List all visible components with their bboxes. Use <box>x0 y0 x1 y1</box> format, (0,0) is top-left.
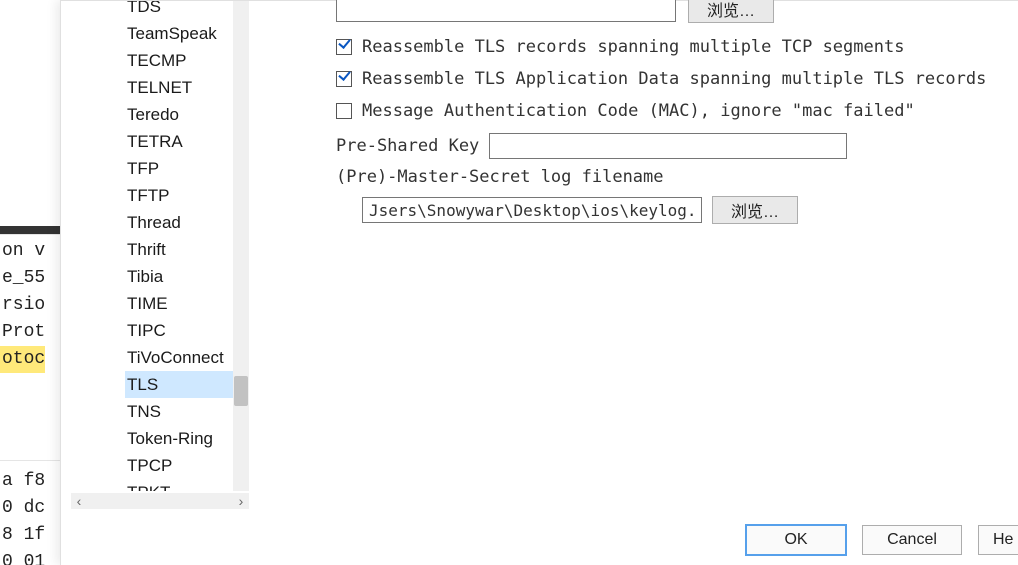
bg-text: on v <box>0 238 45 265</box>
protocol-item-thrift[interactable]: Thrift <box>125 236 237 263</box>
checkbox-label: Message Authentication Code (MAC), ignor… <box>362 101 915 121</box>
hscroll-left-arrow[interactable]: ‹ <box>71 493 87 509</box>
bg-text: e_55 <box>0 265 45 292</box>
protocol-item-token-ring[interactable]: Token-Ring <box>125 425 237 452</box>
ok-button[interactable]: OK <box>746 525 846 555</box>
bg-text: Prot <box>0 319 45 346</box>
protocol-item-time[interactable]: TIME <box>125 290 237 317</box>
bg-text: 0 01 <box>0 549 45 565</box>
cancel-button[interactable]: Cancel <box>862 525 962 555</box>
checkbox-icon[interactable] <box>336 39 352 55</box>
top-file-input[interactable] <box>336 0 676 22</box>
bg-text: a f8 <box>0 468 45 495</box>
protocol-item-tpkt[interactable]: TPKT <box>125 479 237 491</box>
bg-text: rsio <box>0 292 45 319</box>
protocol-list-vscrollbar[interactable] <box>233 1 249 491</box>
preferences-dialog: TDSTeamSpeakTECMPTELNETTeredoTETRATFPTFT… <box>60 0 1018 565</box>
protocol-settings-pane: 浏览… Reassemble TLS records spanning mult… <box>271 1 1018 505</box>
top-file-row: 浏览… <box>336 0 774 23</box>
checkbox-reassemble-tcp[interactable]: Reassemble TLS records spanning multiple… <box>336 37 986 57</box>
checkbox-icon[interactable] <box>336 103 352 119</box>
protocol-list[interactable]: TDSTeamSpeakTECMPTELNETTeredoTETRATFPTFT… <box>71 1 249 491</box>
top-browse-button[interactable]: 浏览… <box>688 0 774 23</box>
protocol-item-thread[interactable]: Thread <box>125 209 237 236</box>
checkbox-label: Reassemble TLS records spanning multiple… <box>362 37 904 57</box>
checkbox-reassemble-appdata[interactable]: Reassemble TLS Application Data spanning… <box>336 69 986 89</box>
protocol-item-tipc[interactable]: TIPC <box>125 317 237 344</box>
psk-label: Pre-Shared Key <box>336 136 479 156</box>
keylog-input[interactable] <box>362 197 702 223</box>
protocol-item-teamspeak[interactable]: TeamSpeak <box>125 20 237 47</box>
protocol-item-teredo[interactable]: Teredo <box>125 101 237 128</box>
protocol-item-tibia[interactable]: Tibia <box>125 263 237 290</box>
help-button[interactable]: He <box>978 525 1018 555</box>
protocol-item-tivoconnect[interactable]: TiVoConnect <box>125 344 237 371</box>
dialog-button-bar: OK Cancel He <box>746 525 1018 555</box>
protocol-item-tetra[interactable]: TETRA <box>125 128 237 155</box>
keylog-label: (Pre)-Master-Secret log filename <box>336 167 664 187</box>
vscroll-thumb[interactable] <box>234 376 248 406</box>
protocol-item-tpcp[interactable]: TPCP <box>125 452 237 479</box>
protocol-list-hscrollbar[interactable]: ‹ › <box>71 493 249 509</box>
protocol-item-tftp[interactable]: TFTP <box>125 182 237 209</box>
keylog-browse-button[interactable]: 浏览… <box>712 196 798 224</box>
checkbox-mac-ignore[interactable]: Message Authentication Code (MAC), ignor… <box>336 101 986 121</box>
bg-text: 0 dc <box>0 495 45 522</box>
protocol-item-tds[interactable]: TDS <box>125 1 237 20</box>
bg-text-highlight: otoc <box>0 346 45 373</box>
checkbox-label: Reassemble TLS Application Data spanning… <box>362 69 986 89</box>
hscroll-right-arrow[interactable]: › <box>233 493 249 509</box>
protocol-item-tfp[interactable]: TFP <box>125 155 237 182</box>
psk-input[interactable] <box>489 133 847 159</box>
bg-text: 8 1f <box>0 522 45 549</box>
protocol-item-tns[interactable]: TNS <box>125 398 237 425</box>
checkbox-icon[interactable] <box>336 71 352 87</box>
protocol-item-telnet[interactable]: TELNET <box>125 74 237 101</box>
background-editor-strip: on v e_55 rsio Prot otoc a f8 0 dc 8 1f … <box>0 0 60 565</box>
protocol-item-tls[interactable]: TLS <box>125 371 237 398</box>
protocol-item-tecmp[interactable]: TECMP <box>125 47 237 74</box>
